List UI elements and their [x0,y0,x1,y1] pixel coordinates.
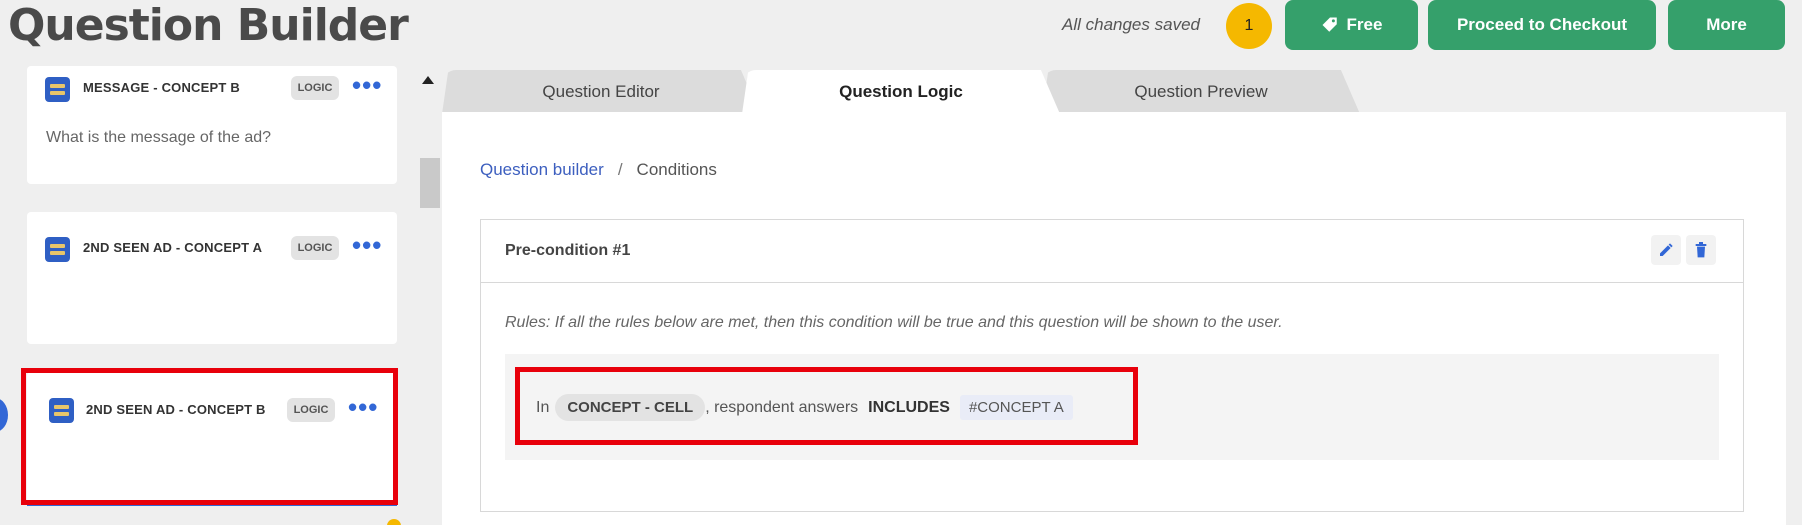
warning-indicator [387,519,401,525]
more-options-icon[interactable]: ••• [352,72,382,98]
notification-badge[interactable]: 1 [1226,3,1272,49]
breadcrumb: Question builder / Conditions [480,160,717,180]
question-card-title: MESSAGE - CONCEPT B [83,80,240,95]
logic-badge[interactable]: LOGIC [291,76,339,100]
edit-button[interactable] [1651,235,1681,265]
question-card[interactable]: MESSAGE - CONCEPT B LOGIC ••• What is th… [27,66,397,184]
breadcrumb-link[interactable]: Question builder [480,160,604,180]
highlight-box-sidebar [21,368,398,505]
tag-icon [1322,17,1337,32]
proceed-to-checkout-button[interactable]: Proceed to Checkout [1428,0,1656,50]
more-options-icon[interactable]: ••• [352,232,382,258]
trash-icon [1695,242,1707,258]
save-status: All changes saved [1062,15,1200,34]
precondition-title: Pre-condition #1 [505,242,631,259]
question-card[interactable]: 2ND SEEN AD - CONCEPT A LOGIC ••• [27,212,397,344]
tab-label: Question Preview [1134,82,1268,101]
free-button[interactable]: Free [1285,0,1418,50]
question-card-text: What is the message of the ad? [46,129,272,146]
question-type-icon [45,237,70,262]
precondition-card: Pre-condition #1 Rules: If all the rules… [480,219,1744,512]
more-button[interactable]: More [1668,0,1785,50]
tab-question-editor[interactable]: Question Editor [442,70,760,114]
tab-question-preview[interactable]: Question Preview [1042,70,1360,114]
tab-question-logic[interactable]: Question Logic [742,70,1060,114]
highlight-box-rule [515,367,1138,445]
question-type-icon [45,77,70,102]
tab-label: Question Logic [839,82,963,101]
question-card-title: 2ND SEEN AD - CONCEPT A [83,240,263,255]
precondition-header: Pre-condition #1 [481,220,1743,283]
page-title: Question Builder [8,0,409,51]
pencil-icon [1660,243,1673,256]
delete-button[interactable] [1686,235,1716,265]
free-label: Free [1346,15,1383,34]
logic-badge[interactable]: LOGIC [291,236,339,260]
breadcrumb-separator: / [617,160,623,179]
drag-handle[interactable] [0,398,8,432]
scroll-up-icon[interactable] [422,76,434,84]
tab-label: Question Editor [542,82,660,101]
logic-panel: Question builder / Conditions Pre-condit… [442,112,1786,525]
breadcrumb-current: Conditions [636,160,717,179]
rules-description: Rules: If all the rules below are met, t… [505,314,1283,331]
scrollbar-thumb[interactable] [420,158,440,208]
